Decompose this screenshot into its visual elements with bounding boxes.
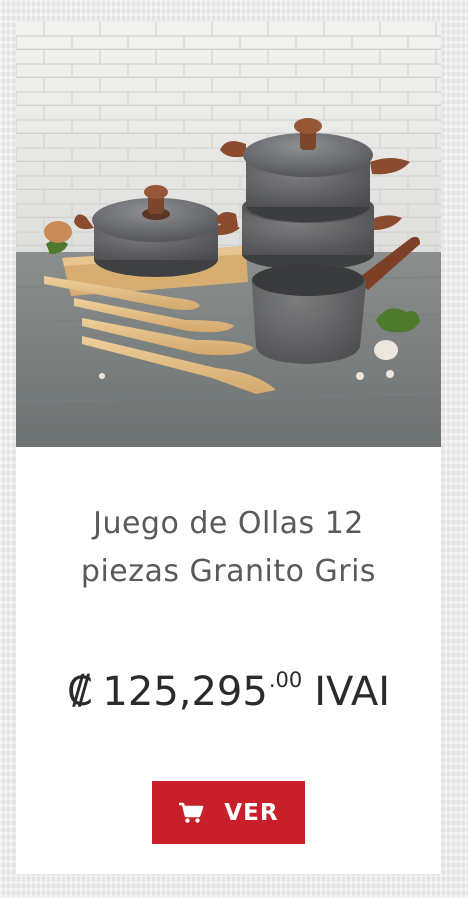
product-title-line-1: Juego de Ollas 12 [93, 506, 364, 541]
view-button[interactable]: VER [152, 781, 305, 844]
page-background: Juego de Ollas 12 piezas Granito Gris ₡ 1… [0, 0, 468, 898]
product-card: Juego de Ollas 12 piezas Granito Gris ₡ 1… [16, 22, 441, 874]
product-title[interactable]: Juego de Ollas 12 piezas Granito Gris [16, 500, 441, 596]
product-price: ₡ 125,295.00 IVAI [16, 652, 441, 720]
price-cents: .00 [268, 668, 303, 692]
tax-label: IVAI [314, 669, 391, 715]
price-amount: 125,295 [102, 669, 268, 715]
product-image[interactable] [16, 22, 441, 447]
view-button-label: VER [224, 799, 279, 826]
cart-icon [179, 802, 204, 823]
currency-symbol: ₡ [66, 669, 93, 715]
product-title-line-2: piezas Granito Gris [80, 554, 377, 589]
